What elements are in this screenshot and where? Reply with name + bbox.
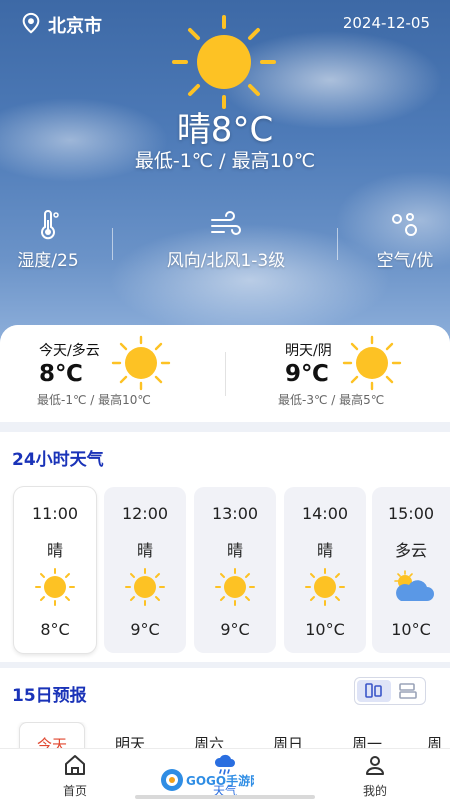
list-view-icon — [399, 683, 417, 699]
user-icon — [366, 756, 384, 775]
hour-condition: 晴 — [136, 541, 153, 560]
current-temp-range: 最低-1℃ / 最高10℃ — [134, 150, 316, 172]
day-tab-tomorrow[interactable]: 明天 — [97, 722, 163, 750]
day-tab-saturday[interactable]: 周六 — [176, 722, 242, 750]
air-quality-icon — [392, 213, 417, 236]
air-quality-stat: 空气/优 — [362, 210, 448, 271]
summary-divider — [225, 352, 226, 396]
tomorrow-range: 最低-3℃ / 最高5℃ — [278, 393, 385, 407]
today-summary[interactable]: 今天/多云 8℃ 最低-1℃ / 最高10℃ — [0, 325, 225, 422]
svg-text:GOGO手游网: GOGO手游网 — [186, 773, 254, 788]
sun-icon — [342, 335, 402, 391]
list-view-button[interactable] — [391, 680, 425, 702]
current-temperature: 晴8°C — [176, 110, 274, 150]
home-icon — [65, 755, 85, 775]
hour-temp: 10°C — [391, 620, 431, 639]
nav-profile-label: 我的 — [362, 784, 387, 798]
nav-home-label: 首页 — [62, 784, 87, 798]
hour-condition: 晴 — [226, 541, 243, 560]
day-tab-today[interactable]: 今天 — [19, 722, 85, 750]
humidity-label: 湿度/25 — [17, 251, 79, 271]
hour-card[interactable]: 12:00 晴 9°C — [104, 487, 186, 653]
sun-icon — [215, 568, 255, 606]
hour-card[interactable]: 15:00 多云 10°C — [372, 487, 450, 653]
forecast-title: 15日预报 — [12, 686, 87, 706]
air-quality-label: 空气/优 — [376, 251, 434, 271]
sun-icon — [111, 335, 171, 391]
hour-temp: 9°C — [130, 620, 160, 639]
hour-time: 12:00 — [121, 504, 169, 523]
wind-label: 风向/北风1-3级 — [166, 251, 286, 271]
hour-temp: 9°C — [220, 620, 250, 639]
watermark-logo: GOGO手游网 — [161, 769, 254, 791]
map-pin-icon[interactable] — [20, 12, 42, 34]
partly-cloudy-icon — [394, 570, 434, 601]
hour-condition: 晴 — [46, 541, 63, 560]
wind-icon — [211, 211, 241, 235]
hour-time: 13:00 — [211, 504, 259, 523]
sun-icon — [172, 15, 276, 109]
humidity-stat: 湿度/25 — [6, 210, 90, 271]
wind-stat: 风向/北风1-3级 — [138, 210, 314, 271]
hour-temp: 8°C — [40, 620, 70, 639]
tomorrow-temp: 9℃ — [285, 361, 329, 387]
hour-condition: 多云 — [394, 541, 427, 560]
today-title: 今天/多云 — [39, 343, 100, 359]
hour-card[interactable]: 14:00 晴 10°C — [284, 487, 366, 653]
view-toggle — [354, 677, 426, 705]
stat-divider — [112, 228, 113, 260]
sun-icon — [35, 568, 75, 606]
day-tab-next[interactable]: 周 — [415, 722, 450, 750]
chart-view-button[interactable] — [357, 680, 391, 702]
sun-icon — [125, 568, 165, 606]
day-tab-sunday[interactable]: 周日 — [255, 722, 321, 750]
tomorrow-title: 明天/阴 — [285, 343, 332, 359]
hour-condition: 晴 — [316, 541, 333, 560]
day-tabs: 今天 明天 周六 周日 周一 周 — [0, 722, 450, 750]
hour-temp: 10°C — [305, 620, 345, 639]
hour-time: 15:00 — [387, 504, 435, 523]
tomorrow-summary[interactable]: 明天/阴 9℃ 最低-3℃ / 最高5℃ — [226, 325, 450, 422]
hour-time: 11:00 — [31, 504, 79, 523]
sun-icon — [305, 568, 345, 606]
home-indicator — [135, 795, 315, 799]
day-tab-monday[interactable]: 周一 — [334, 722, 400, 750]
current-date: 2024-12-05 — [342, 14, 430, 32]
nav-profile[interactable]: 我的 — [335, 749, 415, 800]
hour-card[interactable]: 11:00 晴 8°C — [14, 487, 96, 653]
nav-home[interactable]: 首页 — [35, 749, 115, 800]
hour-time: 14:00 — [301, 504, 349, 523]
stat-divider — [337, 228, 338, 260]
chart-view-icon — [365, 683, 382, 698]
hour-card[interactable]: 13:00 晴 9°C — [194, 487, 276, 653]
thermometer-icon — [41, 210, 59, 240]
weather-hero: 北京市 2024-12-05 晴8°C 最低-1℃ / 最高10℃ 湿度/25 — [0, 0, 450, 345]
hourly-title: 24小时天气 — [12, 450, 104, 470]
city-name[interactable]: 北京市 — [48, 12, 102, 38]
today-range: 最低-1℃ / 最高10℃ — [37, 393, 151, 407]
today-temp: 8℃ — [39, 361, 83, 387]
weather-stats: 湿度/25 风向/北风1-3级 空气/优 — [0, 210, 450, 280]
